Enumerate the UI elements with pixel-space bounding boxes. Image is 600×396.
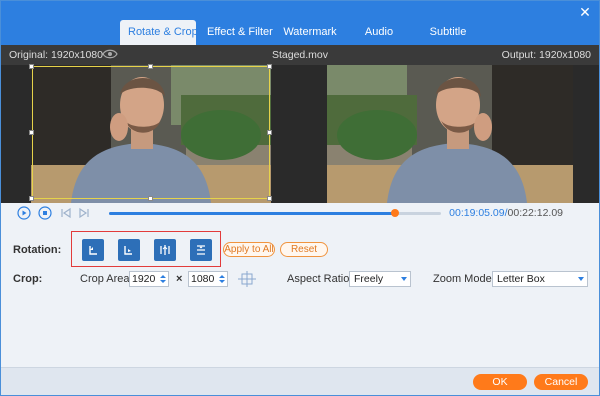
crop-label: Crop: [13,273,43,285]
output-video-frame [327,65,573,203]
crop-handle-bottom-left[interactable] [29,196,34,201]
zoom-mode-value: Letter Box [497,273,545,285]
flip-horizontal-button[interactable] [154,239,176,261]
crop-frame[interactable] [32,66,270,199]
output-preview [327,65,573,203]
aspect-ratio-value: Freely [354,273,384,285]
crop-width-field[interactable] [129,271,169,287]
tab-effect-filter[interactable]: Effect & Filter [199,20,273,45]
apply-to-all-button[interactable]: Apply to All [223,242,275,257]
footer: OK Cancel [1,367,599,395]
progress-fill [109,212,395,215]
crop-handle-left[interactable] [29,130,34,135]
tab-audio[interactable]: Audio [351,20,407,45]
output-resolution: Output: 1920x1080 [501,49,591,61]
current-time: 00:19:05.09 [449,207,505,219]
info-bar: Original: 1920x1080 Staged.mov Output: 1… [1,45,599,65]
play-icon[interactable] [17,206,31,220]
rotation-label: Rotation: [13,244,62,256]
next-frame-icon[interactable] [77,206,91,220]
zoom-mode-select[interactable]: Letter Box [492,271,588,287]
crop-height-input[interactable] [191,273,215,285]
tab-watermark[interactable]: Watermark [272,20,348,45]
chevron-down-icon [401,277,407,281]
aspect-ratio-select[interactable]: Freely [349,271,411,287]
progress-slider[interactable] [109,209,441,217]
timecode: 00:19:05.09/00:22:12.09 [449,207,563,219]
times-sign: × [176,273,183,285]
aspect-ratio-label: Aspect Ratio: [287,273,353,285]
flip-vertical-icon [197,245,205,255]
total-time: 00:22:12.09 [507,207,563,219]
crop-handle-top-right[interactable] [267,64,272,69]
rotation-row: Rotation: Apply to All Reset [1,231,599,267]
chevron-down-icon [578,277,584,281]
playback-controls: 00:19:05.09/00:22:12.09 [1,203,599,223]
crop-handle-top-left[interactable] [29,64,34,69]
rotate-right-button[interactable] [118,239,140,261]
crop-row: Crop: Crop Area: × Aspect Ratio: Freely … [1,269,599,289]
spinner-arrows-icon[interactable] [218,273,226,285]
crop-area-label: Crop Area: [80,273,133,285]
ok-button[interactable]: OK [473,374,527,390]
crop-handle-right[interactable] [267,130,272,135]
crop-handle-top[interactable] [148,64,153,69]
spinner-arrows-icon[interactable] [159,273,167,285]
flip-vertical-button[interactable] [190,239,212,261]
crop-handle-bottom[interactable] [148,196,153,201]
tab-subtitle[interactable]: Subtitle [410,20,486,45]
rotate-left-button[interactable] [82,239,104,261]
cancel-button[interactable]: Cancel [534,374,588,390]
progress-knob[interactable] [390,209,399,217]
close-icon[interactable]: ✕ [577,4,593,20]
reset-button[interactable]: Reset [280,242,328,257]
edit-window: Rotate & Crop Effect & Filter Watermark … [0,0,600,396]
flip-horizontal-icon [160,245,170,255]
title-bar: Rotate & Crop Effect & Filter Watermark … [1,1,599,45]
rotation-buttons-group [71,231,221,267]
rotate-right-icon [124,246,132,255]
center-crop-icon[interactable] [237,270,257,288]
preview-area [1,64,599,203]
crop-height-field[interactable] [188,271,228,287]
rotate-left-icon [89,246,97,255]
tab-bar: Rotate & Crop Effect & Filter Watermark … [120,20,489,45]
crop-width-input[interactable] [132,273,156,285]
tab-rotate-crop[interactable]: Rotate & Crop [120,20,198,45]
stop-icon[interactable] [38,206,52,220]
previous-frame-icon[interactable] [59,206,73,220]
crop-handle-bottom-right[interactable] [267,196,272,201]
zoom-mode-label: Zoom Mode: [433,273,495,285]
